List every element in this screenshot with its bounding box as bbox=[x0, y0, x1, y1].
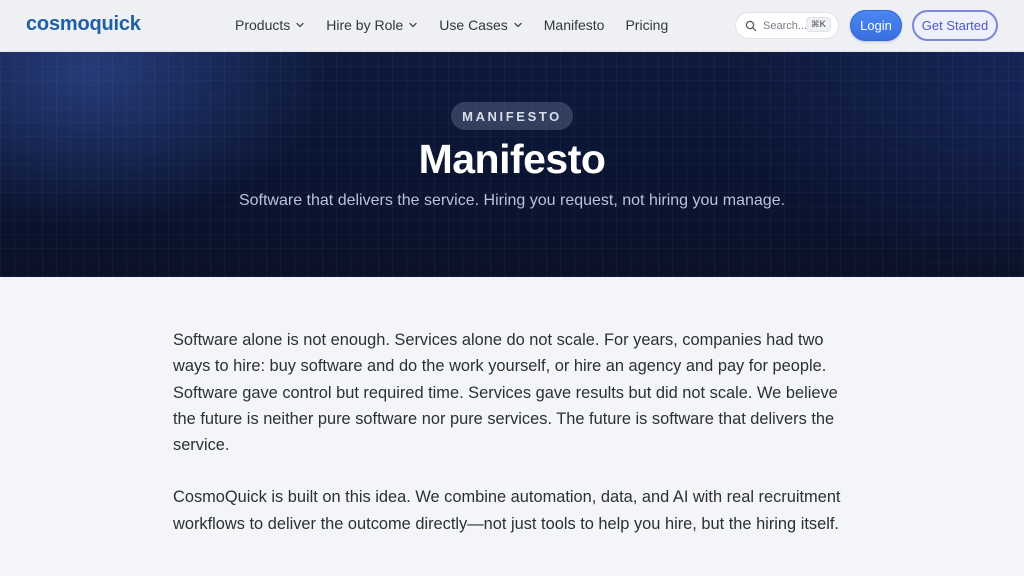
nav-item-use-cases[interactable]: Use Cases bbox=[439, 16, 522, 34]
nav-item-label: Pricing bbox=[625, 17, 669, 33]
chevron-down-icon bbox=[408, 20, 418, 30]
main-nav: Products Hire by Role Use Cases Manifest… bbox=[235, 16, 689, 34]
search-box[interactable]: Search... ⌘K bbox=[735, 12, 839, 39]
get-started-button[interactable]: Get Started bbox=[912, 10, 998, 41]
nav-item-hire-by-role[interactable]: Hire by Role bbox=[326, 16, 418, 34]
search-placeholder: Search... bbox=[763, 19, 808, 32]
chevron-down-icon bbox=[295, 20, 305, 30]
nav-item-label: Manifesto bbox=[543, 17, 605, 33]
login-button[interactable]: Login bbox=[850, 10, 902, 41]
chevron-down-icon bbox=[513, 20, 523, 30]
nav-item-label: Hire by Role bbox=[326, 17, 404, 33]
nav-item-manifesto[interactable]: Manifesto bbox=[544, 16, 605, 34]
page-subtitle: Software that delivers the service. Hiri… bbox=[238, 192, 786, 209]
brand-logo[interactable]: cosmoquick bbox=[26, 13, 141, 36]
nav-item-label: Use Cases bbox=[439, 17, 508, 33]
search-icon bbox=[745, 20, 757, 32]
section-badge: MANIFESTO bbox=[451, 102, 573, 130]
search-shortcut-badge: ⌘K bbox=[806, 17, 831, 32]
manifesto-paragraph: Software alone is not enough. Services a… bbox=[173, 331, 838, 455]
nav-item-label: Products bbox=[235, 17, 291, 33]
manifesto-paragraph: CosmoQuick is built on this idea. We com… bbox=[173, 488, 841, 533]
nav-item-products[interactable]: Products bbox=[235, 16, 305, 34]
nav-item-pricing[interactable]: Pricing bbox=[625, 16, 668, 34]
hero-banner: MANIFESTO Manifesto Software that delive… bbox=[0, 52, 1024, 277]
page-title: Manifesto bbox=[418, 136, 606, 182]
manifesto-content: Software alone is not enough. Services a… bbox=[173, 327, 863, 563]
top-navbar: cosmoquick Products Hire by Role Use Cas… bbox=[0, 0, 1024, 52]
